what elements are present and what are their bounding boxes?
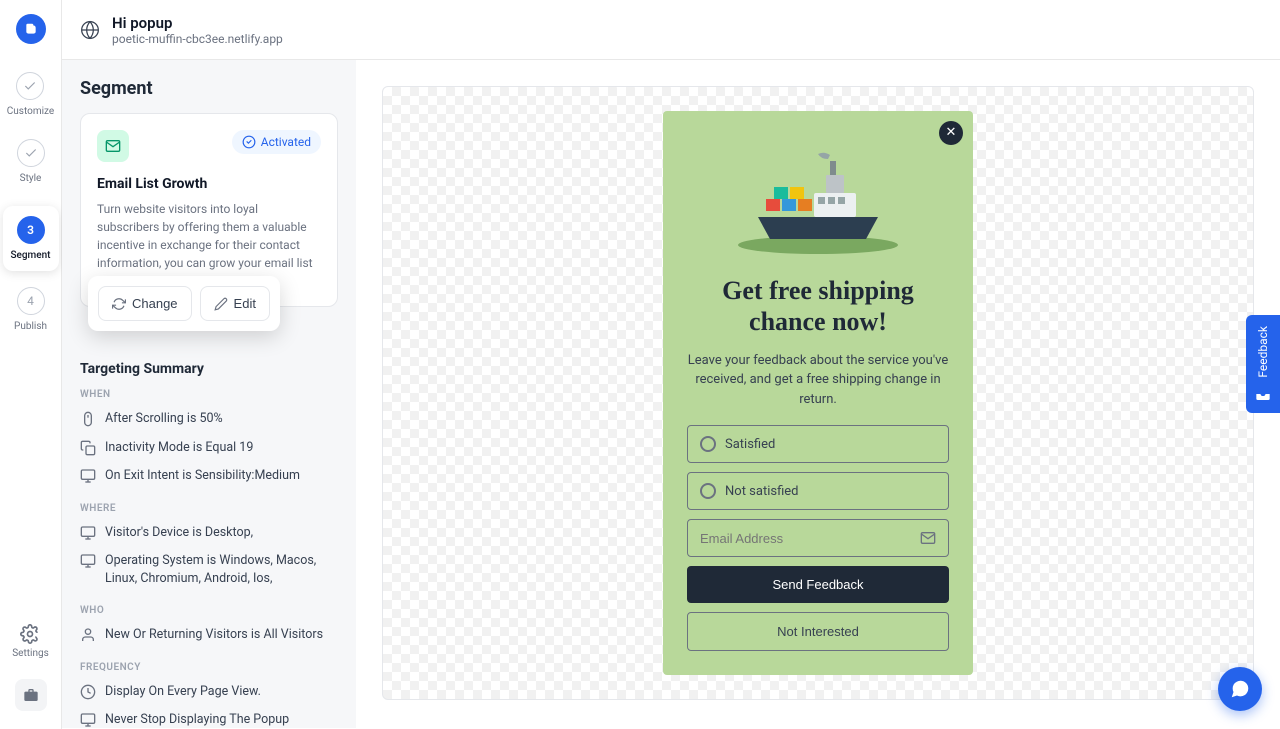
rule-item: Never Stop Displaying The Popup xyxy=(80,711,338,728)
briefcase-icon xyxy=(23,687,39,703)
group-label-frequency: FREQUENCY xyxy=(80,662,338,673)
actions-popover: Change Edit xyxy=(88,276,280,331)
rail-label: Style xyxy=(20,173,42,184)
close-button[interactable]: ✕ xyxy=(939,121,963,145)
preview-canvas: ✕ xyxy=(356,60,1280,729)
edit-button[interactable]: Edit xyxy=(200,286,270,321)
nav-rail: Customize Style 3 Segment 4 Publish Sett… xyxy=(0,0,62,729)
status-badge: Activated xyxy=(232,130,321,154)
refresh-icon xyxy=(112,297,126,311)
sidebar: Segment Activated Email List Growth Turn… xyxy=(62,60,356,728)
monitor-icon xyxy=(80,712,96,728)
rule-item: On Exit Intent is Sensibility:Medium xyxy=(80,467,338,485)
copy-icon xyxy=(80,440,96,456)
option-satisfied[interactable]: Satisfied xyxy=(687,425,949,463)
inbox-icon xyxy=(1255,386,1271,402)
segment-name: Email List Growth xyxy=(97,176,321,192)
feedback-label: Feedback xyxy=(1256,326,1270,378)
rule-item: Operating System is Windows, Macos, Linu… xyxy=(80,552,338,587)
page-subtitle: poetic-muffin-cbc3ee.netlify.app xyxy=(112,32,283,46)
mouse-icon xyxy=(80,411,96,427)
pencil-icon xyxy=(214,297,228,311)
send-feedback-button[interactable]: Send Feedback xyxy=(687,566,949,603)
chat-icon xyxy=(1229,678,1251,700)
rule-item: Inactivity Mode is Equal 19 xyxy=(80,439,338,457)
check-circle-icon xyxy=(242,135,256,149)
mail-icon xyxy=(920,530,936,546)
rail-label: Publish xyxy=(14,321,47,332)
group-label-when: WHEN xyxy=(80,389,338,400)
step-number: 3 xyxy=(17,216,45,244)
rail-settings[interactable]: Settings xyxy=(12,624,49,659)
rail-item-publish[interactable]: 4 Publish xyxy=(14,287,47,332)
header: Hi popup poetic-muffin-cbc3ee.netlify.ap… xyxy=(62,0,1280,60)
rule-item: Display On Every Page View. xyxy=(80,683,338,701)
radio-icon xyxy=(700,436,716,452)
mail-icon xyxy=(97,130,129,162)
user-icon xyxy=(80,627,96,643)
email-field[interactable] xyxy=(687,519,949,557)
check-icon xyxy=(16,72,44,100)
popup-body: Leave your feedback about the service yo… xyxy=(687,351,949,410)
status-text: Activated xyxy=(261,135,311,149)
monitor-icon xyxy=(80,553,96,569)
settings-label: Settings xyxy=(12,648,49,659)
not-interested-button[interactable]: Not Interested xyxy=(687,612,949,651)
rail-label: Segment xyxy=(10,250,50,261)
page-title: Hi popup xyxy=(112,14,283,32)
globe-icon xyxy=(80,20,100,40)
summary-title: Targeting Summary xyxy=(80,361,338,377)
rule-item: Visitor's Device is Desktop, xyxy=(80,524,338,542)
option-not-satisfied[interactable]: Not satisfied xyxy=(687,472,949,510)
clock-icon xyxy=(80,684,96,700)
logo[interactable] xyxy=(16,14,46,44)
feedback-tab[interactable]: Feedback xyxy=(1246,315,1280,413)
monitor-icon xyxy=(80,525,96,541)
group-label-who: WHO xyxy=(80,605,338,616)
preview-frame: ✕ xyxy=(382,86,1254,700)
rail-item-style[interactable]: Style xyxy=(17,139,45,184)
rule-item: After Scrolling is 50% xyxy=(80,410,338,428)
rail-item-segment[interactable]: 3 Segment xyxy=(3,206,59,271)
monitor-icon xyxy=(80,468,96,484)
popup-preview: ✕ xyxy=(663,111,973,676)
change-button[interactable]: Change xyxy=(98,286,192,321)
email-input[interactable] xyxy=(700,531,912,546)
rail-label: Customize xyxy=(7,106,54,117)
gear-icon xyxy=(20,624,40,644)
step-number: 4 xyxy=(17,287,45,315)
ship-illustration xyxy=(718,147,918,257)
check-icon xyxy=(17,139,45,167)
sidebar-title: Segment xyxy=(80,78,338,99)
rail-item-customize[interactable]: Customize xyxy=(7,72,54,117)
chat-button[interactable] xyxy=(1218,667,1262,711)
popup-headline: Get free shipping chance now! xyxy=(687,275,949,337)
rail-briefcase[interactable] xyxy=(15,679,47,711)
group-label-where: WHERE xyxy=(80,503,338,514)
rule-item: New Or Returning Visitors is All Visitor… xyxy=(80,626,338,644)
radio-icon xyxy=(700,483,716,499)
